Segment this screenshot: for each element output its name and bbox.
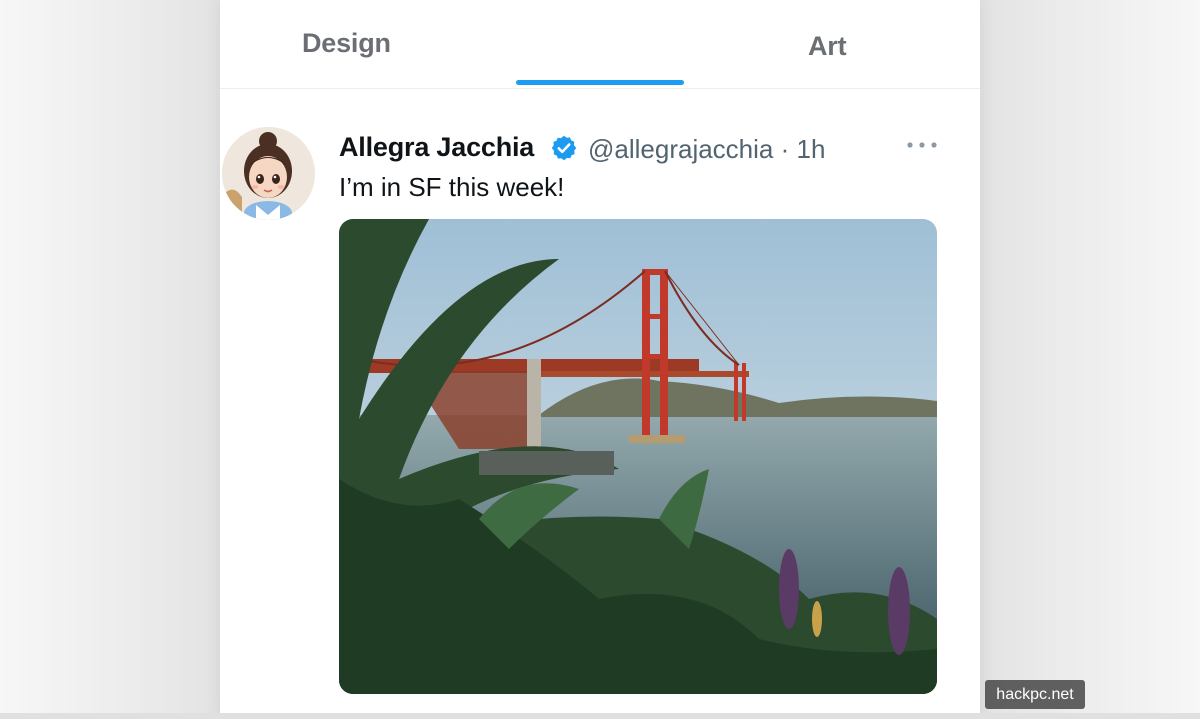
active-tab-indicator	[516, 80, 684, 85]
tab-design[interactable]: Design	[302, 28, 391, 59]
tweet-text: I’m in SF this week!	[339, 172, 565, 202]
more-options-icon[interactable]	[904, 132, 940, 158]
tweet-photo[interactable]	[339, 219, 937, 694]
display-name[interactable]: Allegra Jacchia	[339, 132, 534, 163]
tab-bar: Design Photography Art	[220, 0, 980, 249]
avatar[interactable]	[222, 127, 315, 220]
verified-badge-icon	[551, 135, 577, 161]
tab-art[interactable]: Art	[808, 31, 847, 62]
bottom-edge	[0, 713, 1200, 719]
avatar-illustration	[222, 127, 315, 220]
watermark: hackpc.net	[985, 680, 1085, 709]
timeline-panel: Design Photography Art Allegra Jacchia @…	[220, 0, 980, 719]
handle-and-time[interactable]: @allegrajacchia · 1h	[588, 134, 825, 165]
left-background	[0, 0, 220, 719]
golden-gate-photo	[339, 219, 937, 694]
